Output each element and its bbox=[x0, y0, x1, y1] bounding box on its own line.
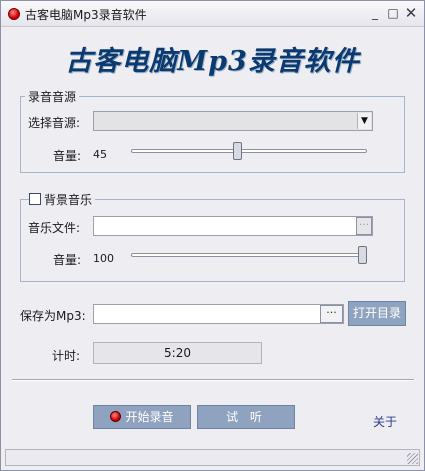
music-file-input[interactable] bbox=[93, 216, 373, 236]
maximize-button[interactable]: □ bbox=[384, 5, 402, 22]
background-music-legend: 背景音乐 bbox=[41, 191, 96, 208]
record-icon bbox=[8, 8, 20, 20]
music-volume-slider-thumb[interactable] bbox=[358, 246, 367, 264]
save-path-input[interactable] bbox=[93, 304, 344, 324]
about-link[interactable]: 关于 bbox=[373, 413, 397, 430]
music-file-browse-button[interactable]: ··· bbox=[356, 217, 372, 235]
app-banner: 古客电脑Mp3录音软件 bbox=[65, 46, 360, 77]
close-button[interactable]: ✕ bbox=[402, 5, 420, 22]
timer-display: 5:20 bbox=[93, 342, 262, 364]
minimize-button[interactable]: _ bbox=[366, 5, 384, 22]
background-music-checkbox[interactable] bbox=[29, 193, 41, 205]
status-bar bbox=[5, 449, 420, 466]
resize-grip-icon[interactable] bbox=[407, 453, 418, 464]
record-volume-slider[interactable] bbox=[131, 149, 367, 153]
save-browse-button[interactable]: ··· bbox=[320, 305, 343, 323]
music-volume-label: 音量: bbox=[53, 253, 82, 267]
music-file-label: 音乐文件: bbox=[28, 221, 81, 235]
source-label: 选择音源: bbox=[28, 116, 81, 130]
start-record-label: 开始录音 bbox=[125, 410, 174, 424]
record-volume-label: 音量: bbox=[53, 149, 82, 163]
divider bbox=[12, 379, 414, 381]
title-bar[interactable]: 古客电脑Mp3录音软件 _ □ ✕ bbox=[1, 1, 424, 27]
app-window: 古客电脑Mp3录音软件 _ □ ✕ 古客电脑Mp3录音软件 录音音源 选择音源:… bbox=[0, 0, 425, 471]
timer-label: 计时: bbox=[52, 349, 81, 363]
source-select[interactable]: ▼ bbox=[93, 111, 373, 131]
music-volume-value: 100 bbox=[93, 252, 114, 265]
music-volume-slider[interactable] bbox=[131, 253, 367, 257]
record-volume-slider-thumb[interactable] bbox=[233, 142, 243, 160]
window-title: 古客电脑Mp3录音软件 bbox=[25, 8, 147, 22]
save-mp3-label: 保存为Mp3: bbox=[20, 309, 86, 323]
open-directory-button[interactable]: 打开目录 bbox=[348, 301, 406, 326]
record-volume-value: 45 bbox=[93, 148, 107, 161]
background-music-group: 背景音乐 bbox=[20, 191, 405, 282]
record-icon bbox=[110, 411, 122, 422]
record-source-legend: 录音音源 bbox=[25, 88, 80, 105]
chevron-down-icon[interactable]: ▼ bbox=[357, 113, 371, 129]
preview-button[interactable]: 试 听 bbox=[197, 405, 295, 429]
start-record-button[interactable]: 开始录音 bbox=[93, 405, 191, 429]
